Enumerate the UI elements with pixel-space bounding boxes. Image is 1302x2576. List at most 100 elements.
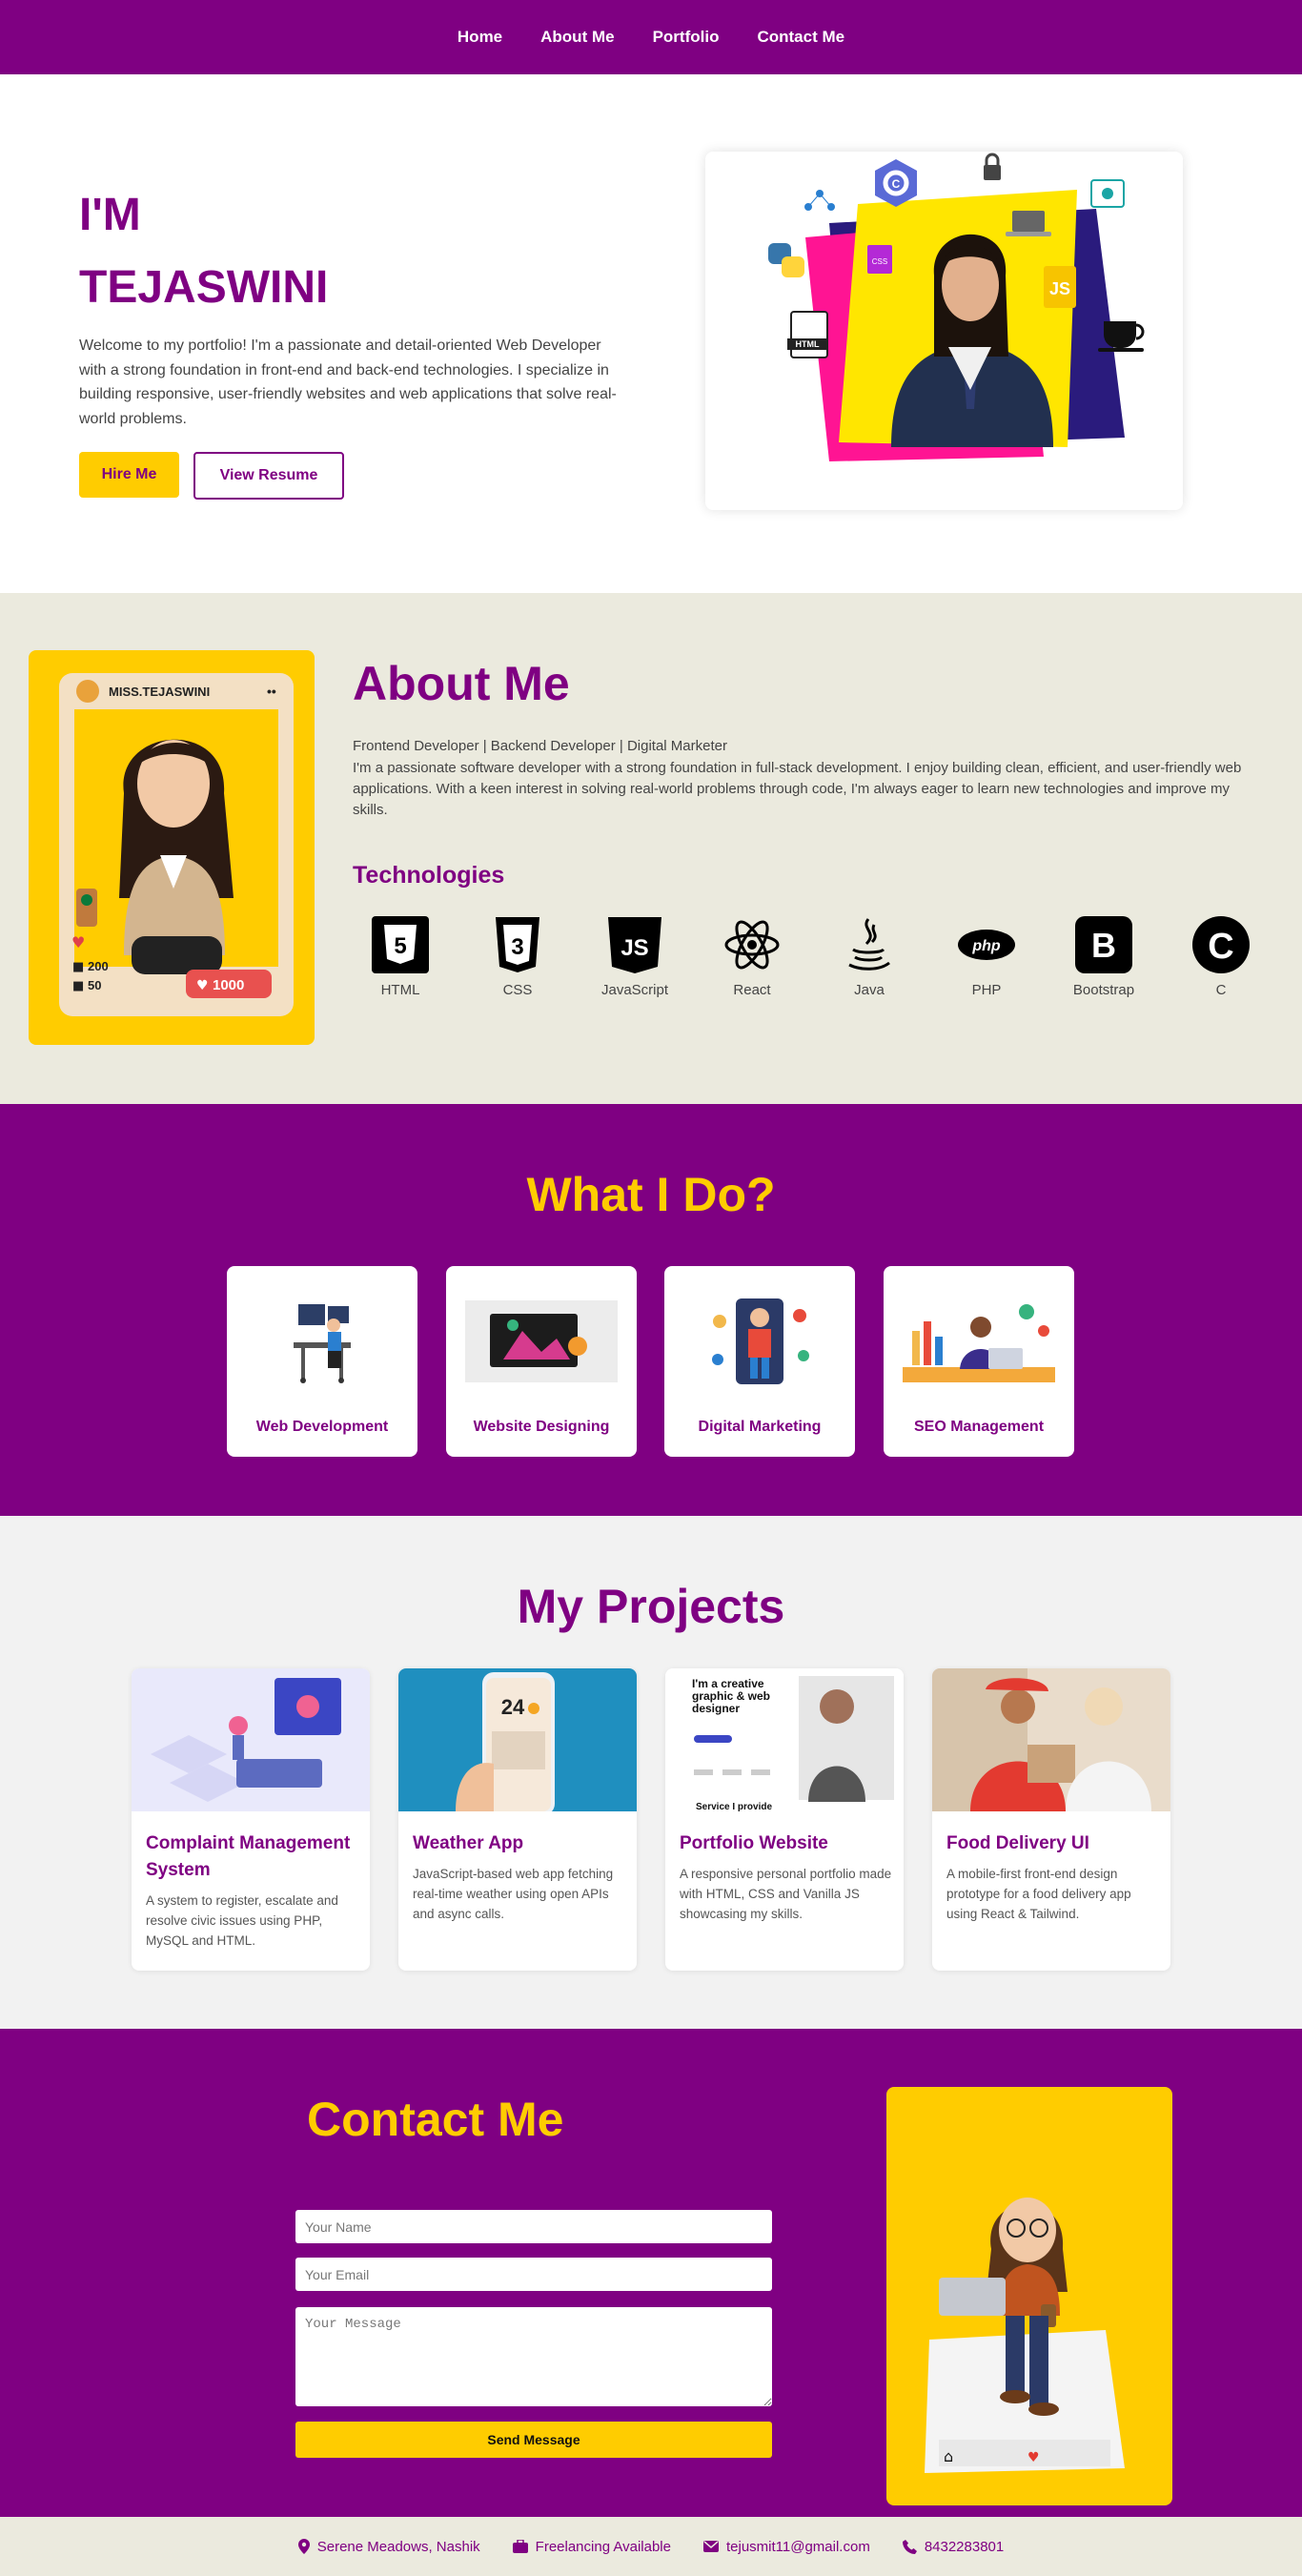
project-title-complaint-management: Complaint Management System [146,1833,351,1880]
project-card-complaint-management[interactable]: Complaint Management System A system to … [132,1668,370,1971]
footer-location-text: Serene Meadows, Nashik [316,2538,480,2555]
view-resume-button[interactable]: View Resume [193,452,344,500]
laptop-icon [939,2278,1006,2316]
footer-status: Freelancing Available [512,2539,671,2555]
network-icon [804,190,835,211]
envelope-icon [702,2541,719,2552]
about-section: MISS.TEJASWINI •• ♥ ■ 200 ■ 50 ♥ 1000 Ab… [0,593,1302,1104]
top-nav: Home About Me Portfolio Contact Me [0,0,1302,74]
project-title-food-delivery: Food Delivery UI [946,1833,1089,1853]
projects-section: My Projects Complaint Management System … [0,1516,1302,2029]
tech-html: 5 HTML [353,915,448,998]
tech-react: React [704,915,800,998]
php-icon: php [958,930,1015,960]
briefcase-icon [512,2540,528,2553]
web-development-illustration [294,1304,351,1383]
contact-illustration-frame: ⌂ ♥ [886,2087,1172,2505]
footer-phone[interactable]: 8432283801 [902,2539,1004,2555]
food-delivery-thumbnail [932,1668,1170,1811]
svg-text:C: C [892,177,901,191]
javascript-icon: JS [608,917,661,973]
tech-label-java: Java [854,982,885,998]
project-title-portfolio-website: Portfolio Website [680,1833,828,1853]
about-photo-frame: MISS.TEJASWINI •• ♥ ■ 200 ■ 50 ♥ 1000 [29,650,315,1045]
nav-contact-link[interactable]: Contact Me [757,28,844,47]
svg-text:JS: JS [620,935,648,961]
hire-me-button[interactable]: Hire Me [79,452,179,498]
c-icon: C [1192,916,1250,973]
tech-label-css: CSS [502,982,533,998]
svg-text:24: 24 [501,1695,525,1719]
website-designing-illustration [465,1300,618,1382]
svg-text:CSS: CSS [872,257,887,266]
footer: Serene Meadows, Nashik Freelancing Avail… [0,2517,1302,2576]
project-desc-complaint-management: A system to register, escalate and resol… [146,1893,338,1948]
project-card-weather-app[interactable]: 24 Weather App JavaScript-based web app … [398,1668,637,1971]
hero-profile-collage: C CSS HTML JS [768,153,1145,461]
svg-text:1000: 1000 [213,977,244,993]
about-avatar-illustration: MISS.TEJASWINI •• ♥ ■ 200 ■ 50 ♥ 1000 [59,673,294,1016]
send-message-button[interactable]: Send Message [295,2422,772,2458]
tech-javascript: JS JavaScript [587,915,682,998]
react-icon [724,920,780,970]
svg-text:♥: ♥ [196,978,209,993]
weather-app-thumbnail: 24 [398,1668,637,1811]
about-title: About Me [353,657,570,710]
service-card-seo-management[interactable]: SEO Management [884,1266,1074,1457]
chip-icon [1090,179,1125,208]
services-section: What I Do? Web Development Website Desig… [0,1104,1302,1516]
heart-icon: ♥ [1027,2450,1040,2465]
laptop-icon [1006,211,1051,236]
footer-phone-text[interactable]: 8432283801 [925,2539,1004,2555]
tech-java: Java [822,915,917,998]
name-input[interactable] [295,2210,772,2243]
sun-icon [528,1703,539,1714]
svg-text:50: 50 [88,978,101,992]
nav-about-link[interactable]: About Me [540,28,614,47]
project-title-weather-app: Weather App [413,1833,524,1853]
html5-icon: 5 [372,916,429,973]
service-card-website-designing[interactable]: Website Designing [446,1266,637,1457]
heart-icon: ♥ [71,933,85,951]
service-card-web-development[interactable]: Web Development [227,1266,417,1457]
service-card-digital-marketing[interactable]: Digital Marketing [664,1266,855,1457]
seo-management-illustration [903,1304,1055,1382]
service-label-digital-marketing: Digital Marketing [698,1419,822,1435]
svg-text:C: C [1208,927,1233,967]
tech-label-php: PHP [971,982,1002,998]
email-input[interactable] [295,2258,772,2291]
nav-portfolio-link[interactable]: Portfolio [653,28,720,47]
projects-title: My Projects [517,1580,785,1633]
svg-text:MISS.TEJASWINI: MISS.TEJASWINI [109,685,210,699]
svg-text:5: 5 [394,933,406,959]
html-file-icon: HTML [787,311,828,358]
comment-icon: ■ [72,960,84,974]
service-label-web-development: Web Development [255,1419,389,1435]
footer-location: Serene Meadows, Nashik [297,2538,480,2555]
message-textarea[interactable] [295,2307,772,2406]
svg-text:B: B [1091,926,1116,965]
tech-label-c: C [1215,982,1227,998]
svg-text:••: •• [267,684,276,699]
css-file-icon: CSS [867,245,892,274]
phone-icon [902,2539,917,2554]
avatar-thumbnail [76,680,99,703]
lock-icon [984,153,1001,180]
svg-text:200: 200 [88,959,109,973]
tech-label-html: HTML [380,982,420,998]
c-language-icon: C [875,159,917,207]
nav-home-link[interactable]: Home [458,28,502,47]
project-card-food-delivery[interactable]: Food Delivery UI A mobile-first front-en… [932,1668,1170,1971]
service-label-website-designing: Website Designing [473,1419,610,1435]
svg-text:Service I provide: Service I provide [696,1802,772,1811]
footer-email[interactable]: tejusmit11@gmail.com [702,2539,870,2555]
hero-title: I'M TEJASWINI [79,179,328,324]
hero-title-line1: I'M [79,190,141,240]
project-card-portfolio-website[interactable]: I'm a creative graphic & web designer Se… [665,1668,904,1971]
tech-css: 3 CSS [470,915,565,998]
digital-marketing-illustration [712,1298,809,1384]
footer-email-text[interactable]: tejusmit11@gmail.com [726,2539,870,2555]
svg-text:php: php [971,938,1001,954]
tech-bootstrap: B Bootstrap [1056,915,1151,998]
hero-description: Welcome to my portfolio! I'm a passionat… [79,337,617,427]
